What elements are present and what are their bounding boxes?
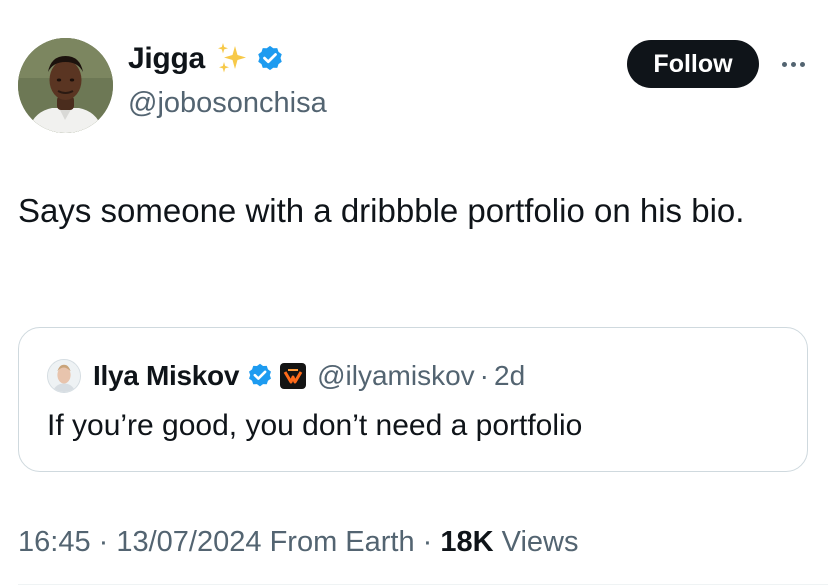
quoted-author-name[interactable]: Ilya Miskov [93,360,239,392]
dot-icon [781,61,787,67]
verified-badge-icon[interactable] [246,362,274,390]
tweet-time[interactable]: 16:45 [18,526,91,558]
affiliate-badge-icon[interactable] [279,362,307,390]
quoted-avatar-image [48,360,80,392]
author-name-row: Jigga [128,42,285,76]
tweet-location: From Earth [261,526,415,558]
follow-button[interactable]: Follow [627,40,759,88]
separator-dot: · [479,360,489,391]
tweet-date[interactable]: 13/07/2024 [116,526,261,558]
views-label: Views [493,526,579,558]
more-options-icon[interactable] [776,50,810,78]
author-handle[interactable]: @jobosonchisa [128,87,327,120]
verified-badge-icon[interactable] [255,44,285,74]
meta-separator: · [414,526,441,558]
author-name[interactable]: Jigga [128,42,205,76]
quoted-tweet-card[interactable]: Ilya Miskov @ilyamiskov · 2d If you’re g… [18,327,808,472]
quoted-author-handle[interactable]: @ilyamiskov [317,360,475,392]
author-avatar[interactable] [18,38,113,133]
quoted-tweet-header: Ilya Miskov @ilyamiskov · 2d [47,358,525,394]
quoted-tweet-time[interactable]: 2d [494,360,525,392]
tweet-meta: 16:45 · 13/07/2024 From Earth · 18K View… [18,526,578,559]
quoted-tweet-text: If you’re good, you don’t need a portfol… [47,409,583,442]
dot-icon [799,61,805,67]
sparkles-icon [215,42,249,76]
views-count[interactable]: 18K [440,526,493,558]
author-avatar-image [18,38,113,133]
meta-separator: · [90,526,117,558]
divider [18,584,828,585]
dot-icon [790,61,796,67]
tweet-text: Says someone with a dribbble portfolio o… [18,192,745,229]
quoted-author-avatar[interactable] [47,359,81,393]
